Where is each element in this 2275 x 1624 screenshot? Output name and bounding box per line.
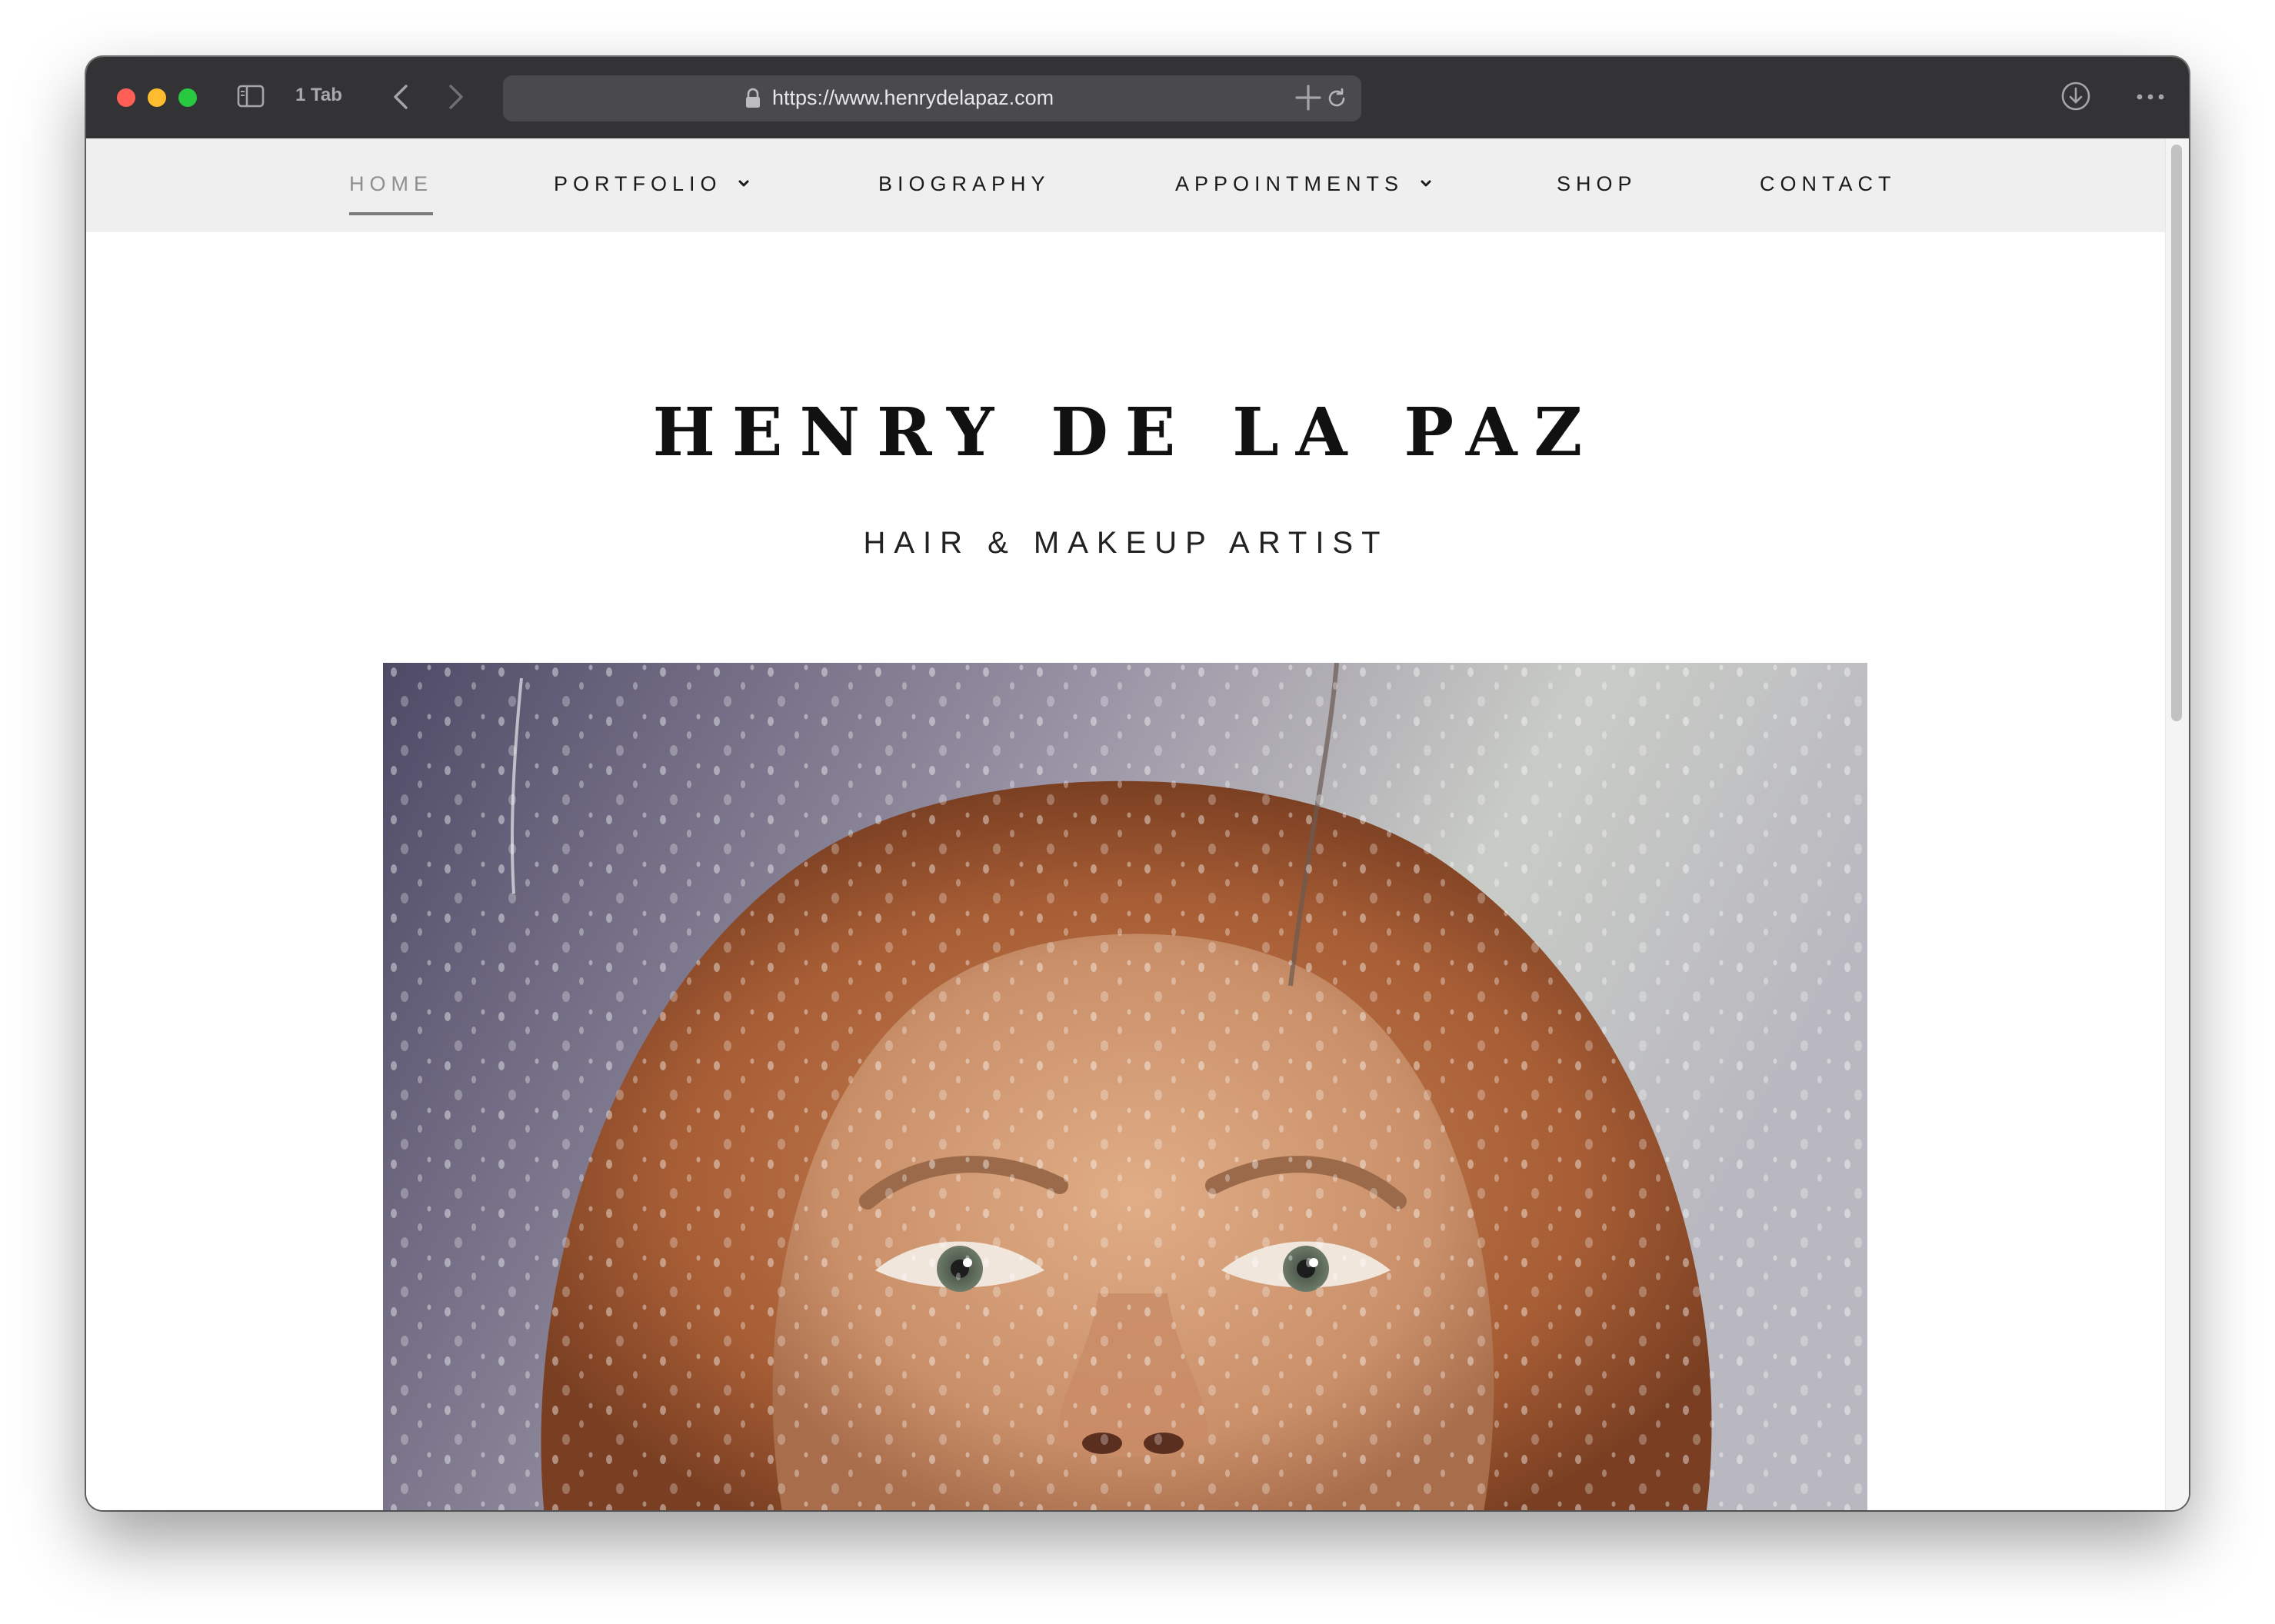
reload-icon[interactable] [1324, 86, 1349, 111]
browser-window: 1 Tab https://www.henrydelapaz.com HOME … [86, 57, 2189, 1510]
site-subtitle: HAIR & MAKEUP ARTIST [863, 526, 1389, 560]
maximize-window-button[interactable] [178, 88, 197, 107]
page-viewport: HOME PORTFOLIO BIOGRAPHY APPOINTMENTS SH… [86, 138, 2189, 1510]
plus-icon[interactable] [1291, 80, 1326, 115]
nav-portfolio-label: PORTFOLIO [554, 172, 722, 195]
tab-count-label[interactable]: 1 Tab [295, 85, 342, 106]
forward-chevron-icon[interactable] [441, 82, 469, 112]
nav-home[interactable]: HOME [349, 172, 433, 215]
sidebar-icon[interactable] [237, 85, 265, 108]
lock-icon [746, 88, 760, 108]
scrollbar[interactable] [2165, 138, 2189, 1510]
close-window-button[interactable] [117, 88, 135, 107]
scrollbar-thumb[interactable] [2171, 145, 2182, 721]
hero-photo [383, 663, 1867, 1510]
nav-portfolio[interactable]: PORTFOLIO [554, 172, 750, 196]
portrait-image [383, 663, 1867, 1510]
url-text[interactable]: https://www.henrydelapaz.com [772, 86, 1054, 110]
minimize-window-button[interactable] [148, 88, 166, 107]
more-icon[interactable] [2133, 80, 2167, 114]
site-title: HENRY DE LA PAZ [652, 394, 1600, 471]
nav-appointments-label: APPOINTMENTS [1175, 172, 1404, 195]
nav-appointments[interactable]: APPOINTMENTS [1175, 172, 1432, 196]
nav-biography[interactable]: BIOGRAPHY [878, 172, 1051, 196]
nav-contact[interactable]: CONTACT [1760, 172, 1897, 196]
nav-home-label: HOME [349, 172, 433, 195]
chevron-down-icon [1421, 180, 1431, 187]
download-icon[interactable] [2060, 80, 2092, 112]
nav-shop[interactable]: SHOP [1557, 172, 1637, 196]
active-nav-underline [349, 212, 433, 215]
nav-biography-label: BIOGRAPHY [878, 172, 1051, 195]
nav-shop-label: SHOP [1557, 172, 1637, 195]
address-bar[interactable]: https://www.henrydelapaz.com [503, 75, 1361, 121]
chevron-down-icon [738, 180, 749, 187]
nav-contact-label: CONTACT [1760, 172, 1897, 195]
browser-toolbar: 1 Tab https://www.henrydelapaz.com [86, 57, 2189, 140]
back-chevron-icon[interactable] [388, 82, 415, 112]
site-navigation: HOME PORTFOLIO BIOGRAPHY APPOINTMENTS SH… [86, 138, 2166, 232]
